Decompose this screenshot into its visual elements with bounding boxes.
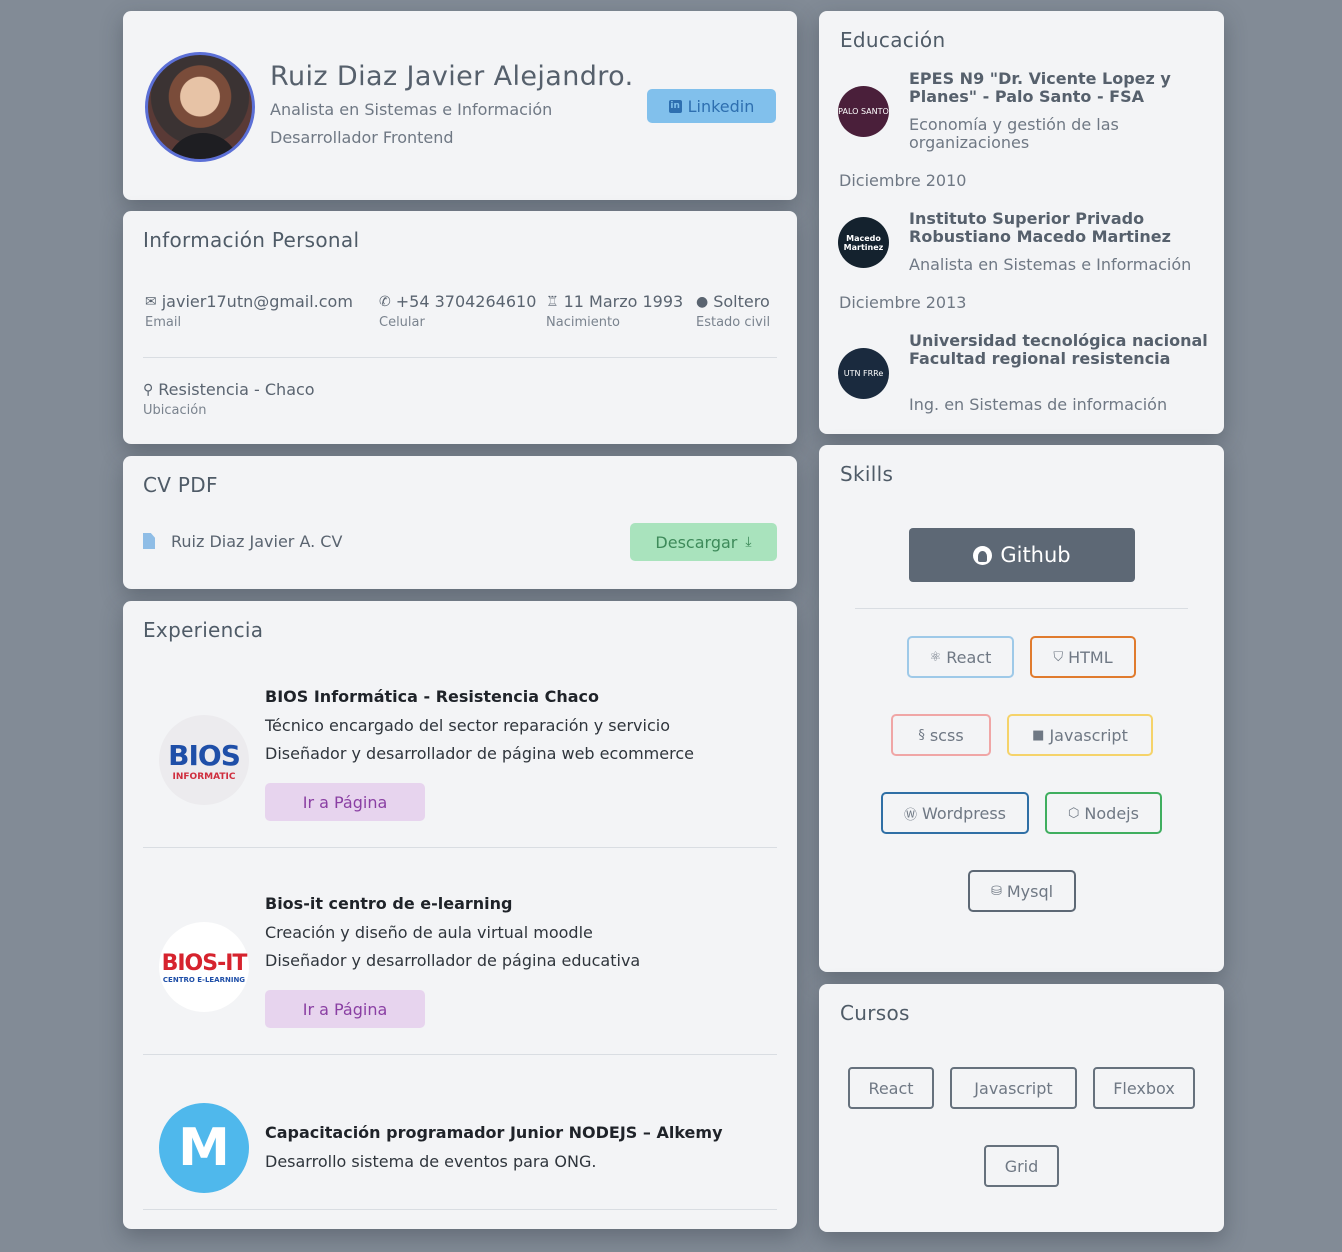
info-email: ✉ javier17utn@gmail.com Email: [145, 292, 353, 330]
utn-logo: UTN FRRe: [838, 348, 889, 399]
civil-value: Soltero: [713, 292, 770, 311]
macedo-logo: Macedo Martinez: [838, 217, 889, 268]
react-icon: ⚛: [929, 649, 942, 665]
go-to-page-button[interactable]: Ir a Página: [265, 990, 425, 1028]
sass-icon: §: [918, 727, 925, 743]
experience-line: Diseñador y desarrollador de página educ…: [265, 951, 641, 970]
education-degree: Ing. en Sistemas de información: [909, 395, 1168, 414]
cv-file-name: Ruiz Diaz Javier A. CV: [171, 532, 343, 551]
alkemy-logo: M: [159, 1103, 249, 1193]
bios-it-logo: BIOS-IT CENTRO E-LEARNING: [159, 922, 249, 1012]
email-value[interactable]: javier17utn@gmail.com: [162, 292, 353, 311]
divider: [143, 1209, 777, 1210]
info-civil: ● Soltero Estado civil: [696, 292, 770, 330]
experience-line: Desarrollo sistema de eventos para ONG.: [265, 1152, 597, 1171]
skill-nodejs: ⬡ Nodejs: [1045, 792, 1162, 834]
download-button[interactable]: Descargar ⤓: [630, 523, 777, 561]
course-badge: Javascript: [950, 1067, 1077, 1109]
phone-label: Celular: [379, 315, 425, 330]
birthday-cake-icon: ♖: [546, 293, 559, 310]
bios-logo: BIOS INFORMATIC: [159, 715, 249, 805]
linkedin-icon: in: [668, 99, 682, 113]
experience-company: Bios-it centro de e-learning: [265, 894, 513, 913]
file-icon: [143, 533, 155, 549]
section-title: CV PDF: [143, 473, 218, 497]
linkedin-button[interactable]: in Linkedin: [647, 89, 776, 123]
github-icon: [973, 545, 993, 565]
phone-value[interactable]: +54 3704264610: [396, 292, 537, 311]
wordpress-icon: Ⓦ: [903, 807, 917, 823]
epes-logo: PALO SANTO: [838, 86, 889, 137]
envelope-icon: ✉: [145, 293, 157, 310]
download-label: Descargar: [655, 532, 738, 552]
skills-card: Skills Github ⚛ React ⛉ HTML § scss ■ Javasc…: [819, 445, 1224, 972]
avatar: [145, 52, 255, 162]
info-location: ⚲ Resistencia - Chaco Ubicación: [143, 380, 315, 418]
section-title: Educación: [840, 28, 946, 52]
personal-info-card: Información Personal ✉ javier17utn@gmail.…: [123, 211, 797, 444]
profile-role: Desarrollador Frontend: [270, 128, 454, 147]
js-icon: ■: [1032, 727, 1045, 743]
course-badge: Grid: [984, 1145, 1059, 1187]
divider: [143, 1054, 777, 1055]
divider: [855, 608, 1188, 609]
education-institution: Instituto Superior Privado Robustiano Ma…: [909, 209, 1171, 246]
skill-scss: § scss: [891, 714, 991, 756]
course-badge: Flexbox: [1093, 1067, 1195, 1109]
phone-icon: ✆: [379, 293, 391, 310]
experience-card: Experiencia BIOS INFORMATIC BIOS Informá…: [123, 601, 797, 1229]
education-degree: Analista en Sistemas e Información: [909, 255, 1192, 274]
skill-react: ⚛ React: [907, 636, 1014, 678]
experience-line: Creación y diseño de aula virtual moodle: [265, 923, 593, 942]
experience-company: Capacitación programador Junior NODEJS –…: [265, 1123, 723, 1142]
info-birth: ♖ 11 Marzo 1993 Nacimiento: [546, 292, 683, 330]
experience-line: Diseñador y desarrollador de página web …: [265, 744, 694, 763]
github-label: Github: [1000, 543, 1071, 567]
database-icon: ⛁: [990, 883, 1002, 899]
user-icon: ●: [696, 293, 709, 310]
experience-company: BIOS Informática - Resistencia Chaco: [265, 687, 600, 706]
divider: [143, 357, 777, 358]
cv-card: CV PDF Ruiz Diaz Javier A. CV Descargar …: [123, 456, 797, 589]
section-title: Skills: [840, 462, 894, 486]
birth-value: 11 Marzo 1993: [563, 292, 684, 311]
profile-role: Analista en Sistemas e Información: [270, 100, 553, 119]
nodejs-icon: ⬡: [1068, 805, 1080, 821]
go-to-page-button[interactable]: Ir a Página: [265, 783, 425, 821]
course-badge: React: [848, 1067, 934, 1109]
github-button[interactable]: Github: [909, 528, 1135, 582]
email-label: Email: [145, 315, 182, 330]
experience-line: Técnico encargado del sector reparación …: [265, 716, 670, 735]
divider: [143, 847, 777, 848]
education-institution: EPES N9 "Dr. Vicente Lopez y Planes" - P…: [909, 69, 1171, 106]
location-value: Resistencia - Chaco: [158, 380, 315, 399]
skill-html: ⛉ HTML: [1030, 636, 1136, 678]
linkedin-label: Linkedin: [687, 96, 755, 116]
map-marker-icon: ⚲: [143, 381, 154, 398]
section-title: Experiencia: [143, 618, 264, 642]
education-date: Diciembre 2013: [839, 293, 967, 312]
section-title: Información Personal: [143, 228, 360, 252]
education-degree: Economía y gestión de las organizaciones: [909, 115, 1119, 152]
education-institution: Universidad tecnológica nacional Faculta…: [909, 331, 1208, 368]
location-label: Ubicación: [143, 403, 207, 418]
education-card: Educación PALO SANTO EPES N9 "Dr. Vicent…: [819, 11, 1224, 434]
courses-card: Cursos React Javascript Flexbox Grid: [819, 984, 1224, 1232]
profile-card: Ruiz Diaz Javier Alejandro. Analista en …: [123, 11, 797, 200]
download-icon: ⤓: [745, 534, 752, 550]
skill-wordpress: Ⓦ Wordpress: [881, 792, 1029, 834]
skill-javascript: ■ Javascript: [1007, 714, 1153, 756]
profile-name: Ruiz Diaz Javier Alejandro.: [270, 61, 634, 92]
html5-icon: ⛉: [1053, 649, 1064, 665]
civil-label: Estado civil: [696, 315, 771, 330]
birth-label: Nacimiento: [546, 315, 621, 330]
section-title: Cursos: [840, 1001, 910, 1025]
education-date: Diciembre 2010: [839, 171, 967, 190]
info-phone: ✆ +54 3704264610 Celular: [379, 292, 536, 330]
skill-mysql: ⛁ Mysql: [968, 870, 1076, 912]
